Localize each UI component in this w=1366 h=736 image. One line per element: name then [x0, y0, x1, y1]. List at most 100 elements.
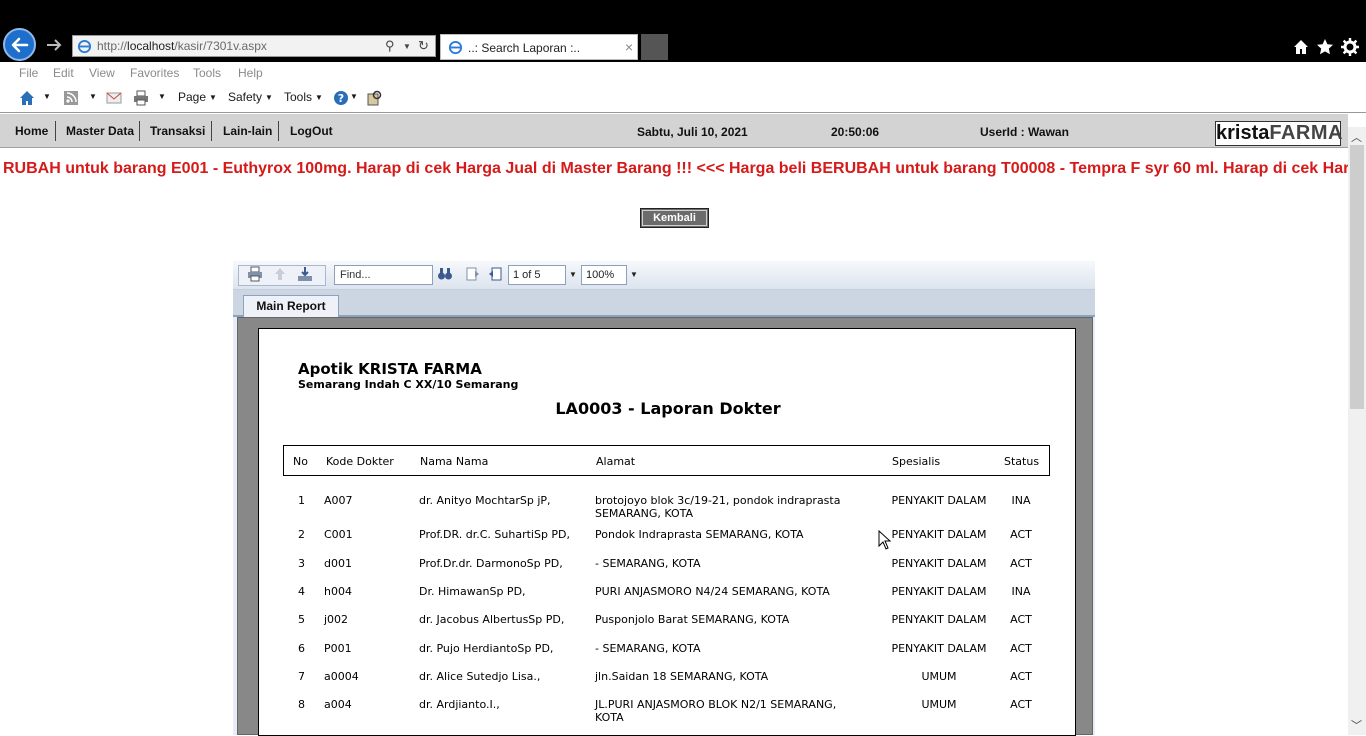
menu-edit[interactable]: Edit: [53, 66, 74, 80]
print-icon[interactable]: [133, 90, 149, 106]
user-id: UserId : Wawan: [980, 125, 1069, 139]
menu-help[interactable]: Help: [238, 66, 263, 80]
help-dropdown-icon[interactable]: ▼: [350, 92, 358, 101]
menu-file[interactable]: File: [19, 66, 38, 80]
web-page: Home Master Data Transaksi Lain-lain Log…: [0, 112, 1366, 736]
cell-alamat: - SEMARANG, KOTA: [595, 642, 701, 655]
refresh-icon[interactable]: ↻: [418, 38, 429, 54]
export-icon[interactable]: [297, 266, 313, 282]
cell-status: ACT: [1010, 613, 1032, 626]
cell-nama: dr. Alice Sutedjo Lisa.,: [419, 670, 541, 683]
mail-icon[interactable]: [106, 90, 122, 106]
cell-kode: A007: [324, 494, 353, 507]
cell-alamat: PURI ANJASMORO N4/24 SEMARANG, KOTA: [595, 585, 830, 598]
cell-nama: Prof.DR. dr.C. SuhartiSp PD,: [419, 528, 571, 541]
price-change-marquee: RUBAH untuk barang E001 - Euthyrox 100mg…: [0, 159, 1348, 181]
cell-no: 5: [298, 613, 305, 626]
address-bar[interactable]: http://localhost/kasir/7301v.aspx ⚲ ▼ ↻: [72, 35, 436, 57]
cell-kode: P001: [324, 642, 352, 655]
page-selector[interactable]: 1 of 5: [508, 265, 566, 285]
page-menu[interactable]: Page ▼: [178, 90, 217, 104]
table-row: 2 C001 Prof.DR. dr.C. SuhartiSp PD, Pond…: [283, 528, 1050, 556]
feed-dropdown-icon[interactable]: ▼: [89, 92, 97, 101]
nav-master-data[interactable]: Master Data: [66, 124, 134, 138]
print-report-icon[interactable]: [247, 266, 263, 282]
nav-transaksi[interactable]: Transaksi: [150, 124, 205, 138]
header-alamat: Alamat: [596, 455, 636, 468]
table-row: 8 a004 dr. Ardjianto.I., JL.PURI ANJASMO…: [283, 698, 1050, 726]
cell-spesialis: PENYAKIT DALAM: [891, 528, 987, 541]
cell-nama: dr. Anityo MochtarSp jP,: [419, 494, 551, 507]
home-icon[interactable]: [1292, 38, 1310, 56]
nav-separator: [55, 121, 56, 141]
command-bar: ▼ ▼ ▼ Page ▼ Safety ▼ Tools ▼ ? ▼: [0, 84, 1366, 112]
cell-alamat: Pusponjolo Barat SEMARANG, KOTA: [595, 613, 790, 626]
nav-lain-lain[interactable]: Lain-lain: [223, 124, 272, 138]
find-input[interactable]: Find...: [334, 265, 433, 285]
menu-view[interactable]: View: [89, 66, 115, 80]
cell-nama: Dr. HimawanSp PD,: [419, 585, 526, 598]
binoculars-search-icon[interactable]: [437, 266, 453, 282]
research-icon[interactable]: [366, 90, 382, 106]
menu-tools[interactable]: Tools: [193, 66, 221, 80]
back-button[interactable]: [3, 28, 36, 61]
cell-status: INA: [1011, 585, 1031, 598]
previous-page-icon[interactable]: [465, 266, 481, 282]
menu-favorites[interactable]: Favorites: [130, 66, 179, 80]
safety-menu[interactable]: Safety ▼: [228, 90, 273, 104]
scroll-up-icon[interactable]: ︿: [1351, 129, 1362, 145]
help-icon[interactable]: ?: [333, 90, 349, 106]
home-icon[interactable]: [19, 90, 35, 106]
cell-kode: h004: [324, 585, 352, 598]
address-dropdown-icon[interactable]: ▼: [403, 42, 411, 51]
cell-alamat: jln.Saidan 18 SEMARANG, KOTA: [595, 670, 769, 683]
tools-menu[interactable]: Tools ▼: [284, 90, 323, 104]
cell-status: ACT: [1010, 642, 1032, 655]
address-url: http://localhost/kasir/7301v.aspx: [97, 39, 267, 53]
browser-titlebar: http://localhost/kasir/7301v.aspx ⚲ ▼ ↻ …: [0, 0, 1366, 62]
header-status: Status: [1004, 455, 1040, 468]
table-row: 5 j002 dr. Jacobus AlbertusSp PD, Puspon…: [283, 613, 1050, 641]
favorites-star-icon[interactable]: [1316, 38, 1334, 56]
rss-feed-icon[interactable]: [63, 90, 79, 106]
page-scrollbar[interactable]: ︿ ﹀: [1348, 127, 1366, 735]
forward-button[interactable]: [45, 36, 63, 54]
cell-no: 8: [298, 698, 305, 711]
nav-logout[interactable]: LogOut: [290, 124, 333, 138]
browser-menubar: File Edit View Favorites Tools Help: [0, 62, 1366, 84]
cell-nama: Prof.Dr.dr. DarmonoSp PD,: [419, 557, 563, 570]
nav-home[interactable]: Home: [15, 124, 48, 138]
cell-no: 3: [298, 557, 305, 570]
new-tab-button[interactable]: [641, 34, 668, 60]
print-dropdown-icon[interactable]: ▼: [158, 92, 166, 101]
tab-title: ..: Search Laporan :..: [468, 41, 581, 55]
cell-spesialis: PENYAKIT DALAM: [891, 642, 987, 655]
scroll-down-icon[interactable]: ﹀: [1351, 717, 1362, 733]
current-time: 20:50:06: [831, 125, 880, 139]
header-spesialis: Spesialis: [892, 455, 941, 468]
report-company-address: Semarang Indah C XX/10 Semarang: [298, 378, 519, 391]
main-report-tab[interactable]: Main Report: [243, 295, 339, 317]
search-icon[interactable]: ⚲: [385, 38, 395, 54]
table-row: 3 d001 Prof.Dr.dr. DarmonoSp PD, - SEMAR…: [283, 557, 1050, 585]
report-viewer: Find... 1 of 5 ▼ 100% ▼ Main Report Apot…: [233, 261, 1095, 736]
tab-search-laporan[interactable]: ..: Search Laporan :.. ×: [440, 34, 638, 60]
kembali-button[interactable]: Kembali: [640, 208, 709, 228]
tab-close-icon[interactable]: ×: [625, 39, 633, 55]
svg-text:?: ?: [338, 92, 344, 105]
page-dropdown-icon[interactable]: ▼: [569, 270, 577, 279]
cell-no: 7: [298, 670, 305, 683]
header-kode-dokter: Kode Dokter: [326, 455, 394, 468]
gear-icon[interactable]: [1341, 38, 1359, 56]
parent-report-icon[interactable]: [272, 266, 288, 282]
zoom-selector[interactable]: 100%: [581, 265, 627, 285]
cell-spesialis: PENYAKIT DALAM: [891, 613, 987, 626]
next-page-icon[interactable]: [487, 266, 503, 282]
zoom-dropdown-icon[interactable]: ▼: [630, 270, 638, 279]
cell-no: 2: [298, 528, 305, 541]
cell-status: ACT: [1010, 557, 1032, 570]
cell-alamat: - SEMARANG, KOTA: [595, 557, 701, 570]
scrollbar-thumb[interactable]: [1350, 145, 1364, 409]
cell-status: INA: [1011, 494, 1031, 507]
home-dropdown-icon[interactable]: ▼: [43, 92, 51, 101]
